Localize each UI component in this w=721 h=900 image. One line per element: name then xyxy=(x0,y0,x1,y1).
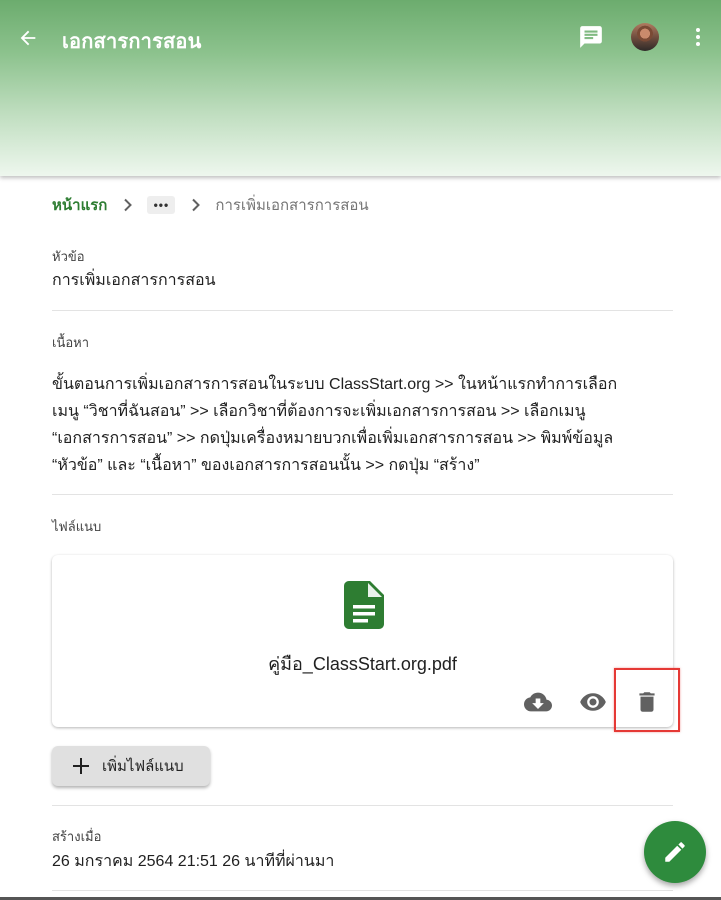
chevron-right-icon xyxy=(123,198,133,212)
created-label: สร้างเมื่อ xyxy=(52,829,102,844)
topic-value: การเพิ่มเอกสารการสอน xyxy=(52,272,216,289)
more-vert-icon xyxy=(696,28,700,46)
breadcrumb-more-button[interactable]: ••• xyxy=(147,196,176,214)
attachment-file-name[interactable]: คู่มือ_ClassStart.org.pdf xyxy=(52,649,673,678)
add-attachment-button[interactable]: เพิ่มไฟล์แนบ xyxy=(52,746,210,786)
content-line: เมนู “วิชาที่ฉันสอน” >> เลือกวิชาที่ต้อง… xyxy=(52,403,586,420)
page-title: เอกสารการสอน xyxy=(62,31,202,53)
created-value: 26 มกราคม 2564 21:51 26 นาทีที่ผ่านมา xyxy=(52,853,335,870)
download-icon xyxy=(524,692,552,712)
back-button[interactable] xyxy=(14,24,42,52)
view-icon xyxy=(580,693,606,711)
add-attachment-label: เพิ่มไฟล์แนบ xyxy=(102,758,184,775)
chat-icon xyxy=(580,26,602,48)
divider xyxy=(52,494,673,495)
delete-highlight-box xyxy=(614,668,680,732)
plus-icon xyxy=(73,758,89,774)
chevron-right-icon xyxy=(191,198,201,212)
edit-fab-button[interactable] xyxy=(644,821,706,883)
content-line: “หัวข้อ” และ “เนื้อหา” ของเอกสารการสอนนั… xyxy=(52,457,480,474)
attachment-card: คู่มือ_ClassStart.org.pdf xyxy=(52,555,673,727)
chat-button[interactable] xyxy=(577,23,605,51)
breadcrumb-home-link[interactable]: หน้าแรก xyxy=(52,193,107,217)
breadcrumb: หน้าแรก ••• การเพิ่มเอกสารการสอน xyxy=(52,195,369,215)
edit-icon xyxy=(665,842,685,862)
document-icon xyxy=(344,581,384,629)
attachments-label: ไฟล์แนบ xyxy=(52,519,102,534)
more-options-button[interactable] xyxy=(686,23,710,51)
content-label: เนื้อหา xyxy=(52,335,90,350)
download-button[interactable] xyxy=(523,687,553,717)
arrow-back-icon xyxy=(20,30,36,46)
avatar[interactable] xyxy=(631,23,659,51)
breadcrumb-current: การเพิ่มเอกสารการสอน xyxy=(215,197,369,214)
divider xyxy=(52,890,673,891)
divider xyxy=(52,310,673,311)
view-button[interactable] xyxy=(578,687,608,717)
topic-label: หัวข้อ xyxy=(52,249,85,264)
app-bar: เอกสารการสอน xyxy=(0,0,721,176)
content-line: ขั้นตอนการเพิ่มเอกสารการสอนในระบบ ClassS… xyxy=(52,376,618,393)
divider xyxy=(52,805,673,806)
content-line: “เอกสารการสอน” >> กดปุ่มเครื่องหมายบวกเพ… xyxy=(52,430,614,447)
content-body: ขั้นตอนการเพิ่มเอกสารการสอนในระบบ ClassS… xyxy=(52,371,673,479)
